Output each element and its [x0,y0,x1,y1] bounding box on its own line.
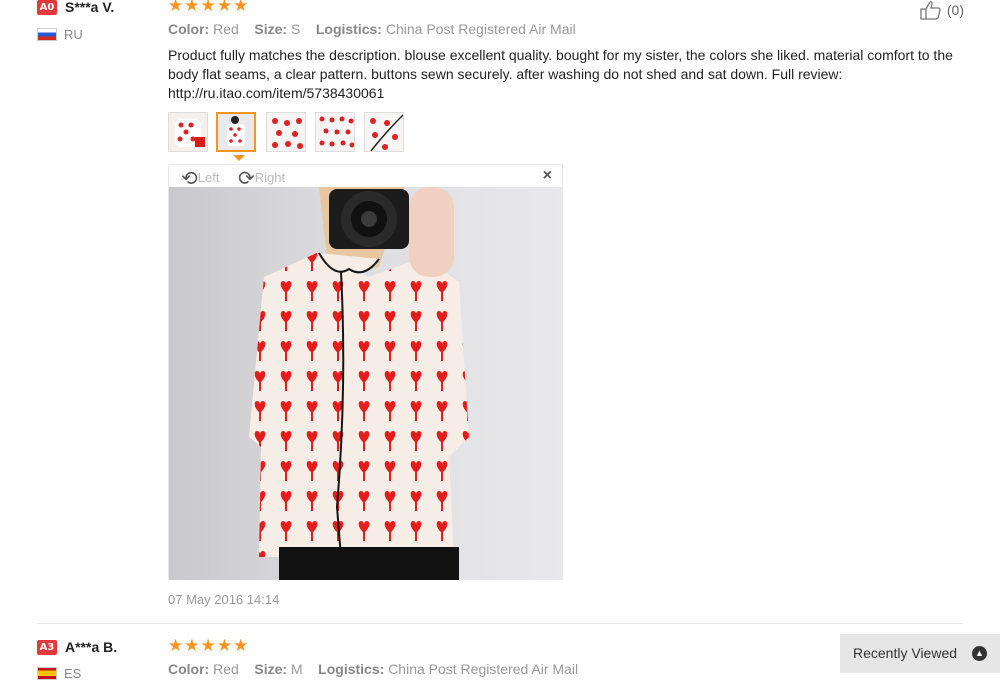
russia-flag-icon [37,28,57,41]
photo-viewer: ⟲Left ⟳Right × [168,164,563,580]
star-rating-2: ★★★★★ [168,636,250,655]
buyer-level-badge: A0 [37,0,57,15]
rotate-right-label: Right [254,169,286,185]
order-info-2: Color: Red Size: M Logistics: China Post… [168,661,578,677]
size-value: S [290,21,301,37]
reviewer-name: S***a V. [65,0,115,15]
recently-viewed-tab[interactable]: Recently Viewed ▲ [840,634,1000,673]
review-photo-thumbnail-2[interactable] [216,112,256,152]
photo-viewer-toolbar: ⟲Left ⟳Right × [169,165,562,190]
size-label: Size: [254,21,288,37]
color-label: Color: [168,21,210,37]
close-viewer-button[interactable]: × [543,167,552,185]
chevron-up-icon: ▲ [972,646,987,661]
helpful-like-button[interactable]: (0) [919,0,964,23]
recently-viewed-label: Recently Viewed [853,645,958,661]
star-rating: ★★★★★ [168,0,250,15]
review-photo-thumbnail-4[interactable] [315,112,355,152]
size-value-2: M [290,661,303,677]
review-photo-thumbnail-5[interactable] [364,112,404,152]
reviewer-name-2: A***a B. [65,639,118,655]
spain-flag-icon [37,667,57,680]
active-thumbnail-pointer-icon [233,155,245,161]
order-info: Color: Red Size: S Logistics: China Post… [168,21,576,37]
like-count: (0) [946,2,964,19]
review-photo-large [169,187,562,580]
thumbs-up-icon [919,0,943,23]
review-date: 07 May 2016 14:14 [168,592,280,607]
buyer-level-badge-2: A3 [37,640,57,655]
reviewer-country: RU [64,27,83,42]
rotate-left-label: Left [197,169,220,185]
color-value: Red [213,21,239,37]
review-text: Product fully matches the description. b… [168,47,953,101]
review-photo-thumbnail-3[interactable] [266,112,306,152]
color-value-2: Red [213,661,239,677]
size-label-2: Size: [254,661,288,677]
reviewer-country-2: ES [64,666,82,681]
review-divider [37,623,962,624]
logistics-label: Logistics: [315,21,382,37]
logistics-label-2: Logistics: [318,661,385,677]
review-photo-thumbnail-1[interactable] [168,112,208,152]
logistics-value-2: China Post Registered Air Mail [388,661,579,677]
logistics-value: China Post Registered Air Mail [385,21,576,37]
color-label-2: Color: [168,661,210,677]
